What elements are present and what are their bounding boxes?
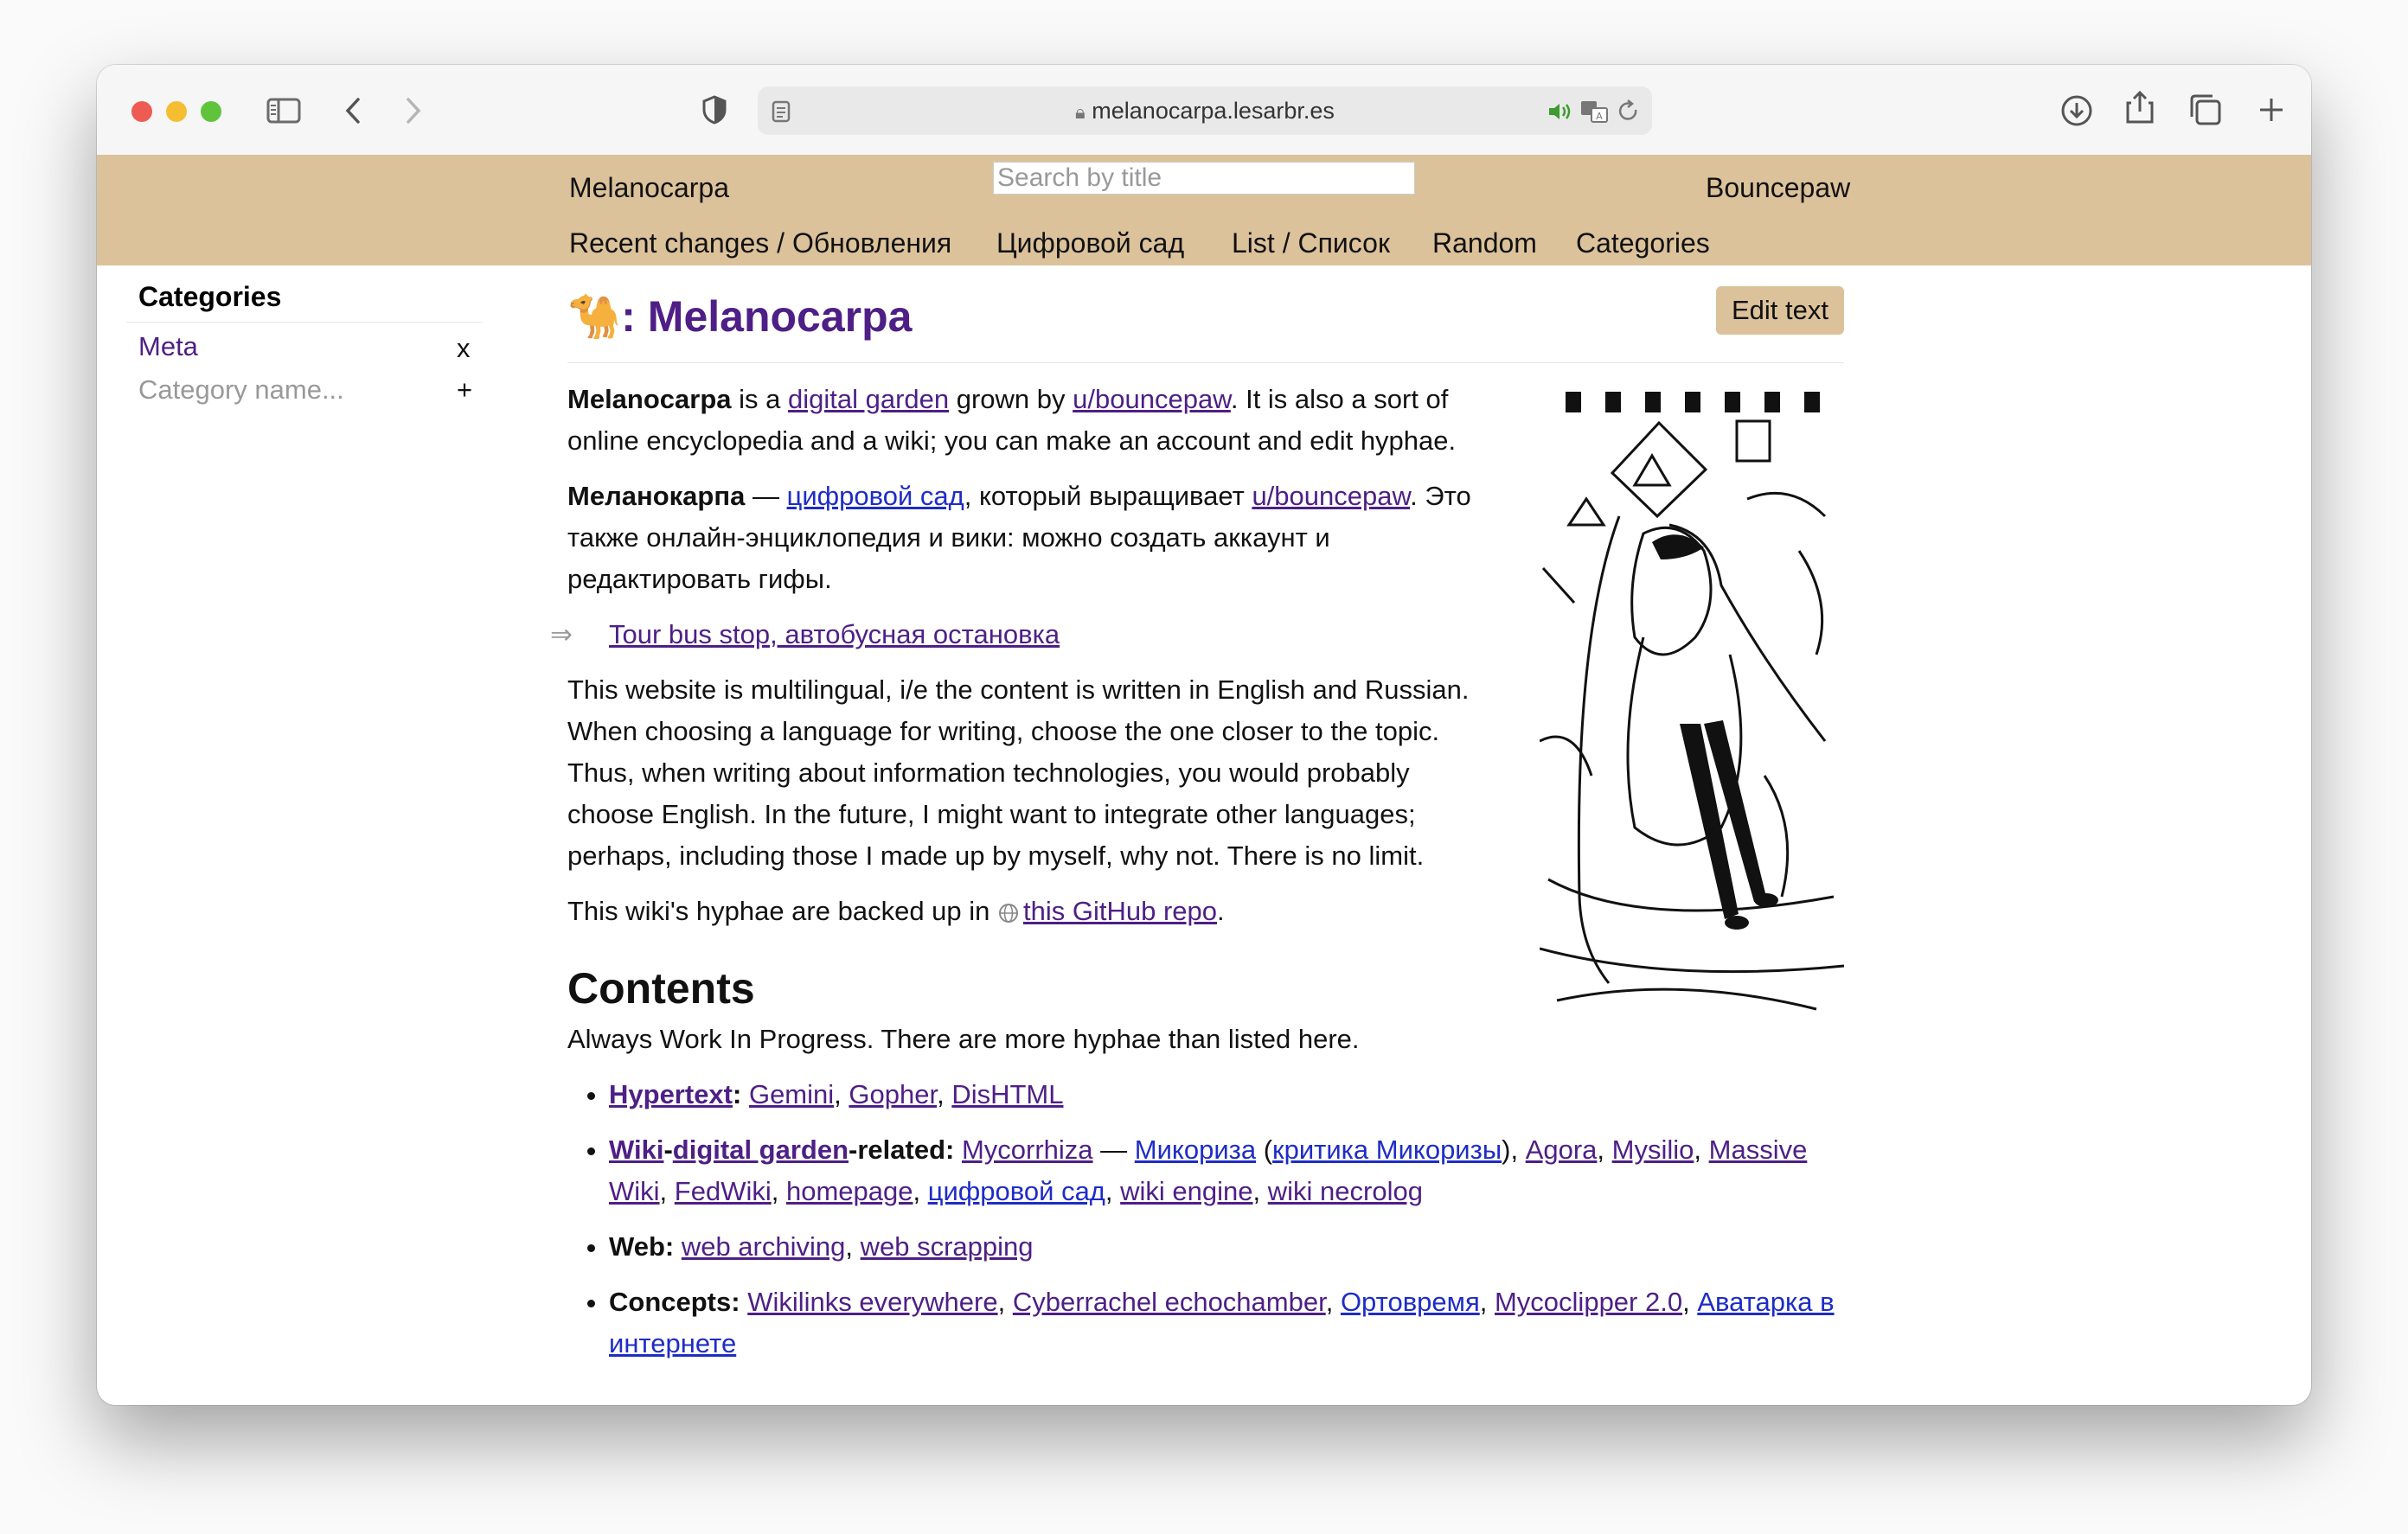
intro-paragraph-en: Melanocarpa is a digital garden grown by… (567, 379, 1498, 462)
lock-icon: 🔒︎ (1075, 101, 1086, 123)
link-web-scrapping[interactable]: web scrapping (861, 1231, 1034, 1262)
contents-list: Hypertext: Gemini, Gopher, DisHTML Wiki-… (567, 1074, 1844, 1365)
link-mikoriza[interactable]: Микориза (1135, 1135, 1256, 1165)
illustration-image (1540, 378, 1844, 1019)
nav-random[interactable]: Random (1432, 227, 1537, 259)
add-category-button[interactable]: + (457, 374, 472, 406)
privacy-shield-icon[interactable] (702, 95, 727, 125)
edit-text-button[interactable]: Edit text (1716, 286, 1844, 335)
article-header: 🐪: Melanocarpa Edit text (567, 286, 1844, 363)
bold-site-name: Melanocarpa (567, 384, 732, 414)
category-row: Meta x (126, 323, 483, 368)
add-category-row: Category name... + (126, 368, 483, 412)
globe-icon (999, 904, 1019, 923)
wiki-header: Melanocarpa Search by title Bouncepaw Re… (97, 155, 2311, 265)
link-tour-bus-stop[interactable]: Tour bus stop, автобусная остановка (609, 619, 1060, 649)
intro-paragraph-ru: Меланокарпа — цифровой сад, который выра… (567, 476, 1498, 600)
link-web-archiving[interactable]: web archiving (682, 1231, 846, 1262)
link-hypertext[interactable]: Hypertext (609, 1079, 733, 1109)
nav-list[interactable]: List / Список (1232, 227, 1390, 259)
category-name-input[interactable]: Category name... (138, 374, 344, 406)
link-digital-garden-ru[interactable]: цифровой сад (787, 481, 964, 511)
nav-categories[interactable]: Categories (1576, 227, 1710, 259)
site-name-link[interactable]: Melanocarpa (569, 172, 729, 204)
link-gopher[interactable]: Gopher (849, 1079, 937, 1109)
nav-digital-garden[interactable]: Цифровой сад (996, 227, 1184, 259)
text-span: grown by (949, 384, 1073, 414)
sidebar-toggle-icon[interactable] (266, 98, 301, 124)
forward-icon[interactable] (403, 96, 424, 125)
link-mycorrhiza[interactable]: Mycorrhiza (962, 1135, 1093, 1165)
categories-sidebar: Categories Meta x Category name... + (126, 281, 483, 412)
bold-site-name-ru: Меланокарпа (567, 481, 746, 511)
url-text: melanocarpa.lesarbr.es (1092, 98, 1335, 124)
link-wiki-engine[interactable]: wiki engine (1120, 1176, 1252, 1206)
transclusion-arrow-icon: ⇒ (550, 619, 573, 650)
list-item-web: Web: web archiving, web scrapping (609, 1226, 1844, 1268)
link-mycoclipper[interactable]: Mycoclipper 2.0 (1495, 1287, 1682, 1317)
remove-category-button[interactable]: x (457, 333, 471, 364)
zoom-window-button[interactable] (201, 101, 221, 122)
text-span: . (1217, 896, 1225, 926)
list-item-wiki: Wiki-digital garden-related: Mycorrhiza … (609, 1129, 1844, 1212)
svg-text:A: A (1596, 111, 1603, 122)
share-icon[interactable] (2124, 89, 2155, 125)
link-tsifrovoy-sad[interactable]: цифровой сад (928, 1176, 1105, 1206)
category-link-meta[interactable]: Meta (138, 331, 198, 362)
multilingual-paragraph: This website is multilingual, i/e the co… (567, 674, 1470, 871)
link-wiki[interactable]: Wiki (609, 1135, 663, 1165)
link-gemini[interactable]: Gemini (749, 1079, 834, 1109)
link-wikilinks-everywhere[interactable]: Wikilinks everywhere (747, 1287, 997, 1317)
categories-heading: Categories (126, 281, 483, 323)
user-link[interactable]: Bouncepaw (1706, 172, 1850, 204)
text-span: — (745, 481, 787, 511)
link-cyberrachel[interactable]: Cyberrachel echochamber (1013, 1287, 1326, 1317)
article: 🐪: Melanocarpa Edit text Melanocarpa is … (550, 286, 1844, 1378)
downloads-icon[interactable] (2060, 94, 2093, 127)
page-title-text: : Melanocarpa (621, 292, 913, 341)
concepts-label: Concepts: (609, 1287, 740, 1317)
article-body: Melanocarpa is a digital garden grown by… (550, 379, 1498, 932)
address-bar[interactable]: 🔒︎ melanocarpa.lesarbr.es A (758, 86, 1652, 135)
url-display: 🔒︎ melanocarpa.lesarbr.es (758, 98, 1652, 125)
new-tab-icon[interactable] (2258, 96, 2285, 124)
link-user-ru[interactable]: u/bouncepaw (1252, 481, 1410, 511)
close-window-button[interactable] (131, 101, 152, 122)
text-span: This wiki's hyphae are backed up in (567, 896, 998, 926)
translate-icon[interactable]: A (1579, 99, 1611, 125)
link-wiki-necrolog[interactable]: wiki necrolog (1268, 1176, 1423, 1206)
audio-playing-icon[interactable] (1547, 100, 1572, 123)
link-github-repo[interactable]: this GitHub repo (1023, 896, 1217, 926)
page-title: 🐪: Melanocarpa (567, 291, 1844, 342)
reload-icon[interactable] (1617, 99, 1640, 124)
link-mikoriza-critique[interactable]: критика Микоризы (1272, 1135, 1502, 1165)
camel-emoji-icon: 🐪 (567, 291, 622, 342)
link-digital-garden-toc[interactable]: digital garden (673, 1135, 849, 1165)
link-ortovremya[interactable]: Ортовремя (1341, 1287, 1480, 1317)
link-mysilio[interactable]: Mysilio (1612, 1135, 1694, 1165)
transclusion-block: ⇒ Tour bus stop, автобусная остановка (550, 614, 1498, 655)
link-fedwiki[interactable]: FedWiki (675, 1176, 772, 1206)
link-agora[interactable]: Agora (1526, 1135, 1598, 1165)
link-user[interactable]: u/bouncepaw (1073, 384, 1231, 414)
list-item-concepts: Concepts: Wikilinks everywhere, Cyberrac… (609, 1282, 1844, 1365)
back-icon[interactable] (343, 96, 363, 125)
tab-overview-icon[interactable] (2188, 93, 2223, 127)
browser-window: 🔒︎ melanocarpa.lesarbr.es A Melanocarpa … (97, 65, 2311, 1405)
text-span: -related: (849, 1135, 955, 1165)
contents-intro: Always Work In Progress. There are more … (567, 1024, 1360, 1054)
link-homepage[interactable]: homepage (786, 1176, 913, 1206)
search-input[interactable]: Search by title (993, 162, 1415, 195)
github-paragraph: This wiki's hyphae are backed up in this… (567, 891, 1498, 932)
link-digital-garden[interactable]: digital garden (788, 384, 949, 414)
link-dishtml[interactable]: DisHTML (951, 1079, 1063, 1109)
nav-recent-changes[interactable]: Recent changes / Обновления (569, 227, 951, 259)
browser-toolbar: 🔒︎ melanocarpa.lesarbr.es A (97, 65, 2311, 156)
text-span: — (1092, 1135, 1135, 1165)
text-span: is a (731, 384, 788, 414)
list-item-hypertext: Hypertext: Gemini, Gopher, DisHTML (609, 1074, 1844, 1115)
text-span: , который выращивает (964, 481, 1252, 511)
web-label: Web: (609, 1231, 675, 1262)
minimize-window-button[interactable] (166, 101, 187, 122)
